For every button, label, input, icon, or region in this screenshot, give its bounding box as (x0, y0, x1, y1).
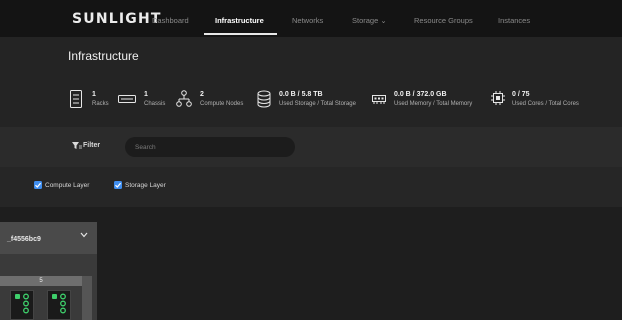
nav-dashboard[interactable]: Dashboard (152, 16, 189, 25)
stat-memory-label: Used Memory / Total Memory (394, 101, 473, 107)
nav-infrastructure[interactable]: Infrastructure (215, 16, 264, 25)
storage-layer-label: Storage Layer (125, 182, 166, 189)
nav-networks[interactable]: Networks (292, 16, 323, 25)
stat-memory: 0.0 B / 372.0 GB Used Memory / Total Mem… (372, 90, 487, 112)
rack-icon (70, 90, 82, 108)
active-tab-indicator (204, 33, 277, 35)
nav-instances[interactable]: Instances (498, 16, 530, 25)
chassis-icon (118, 95, 136, 103)
node-leds-icon (15, 293, 29, 314)
stat-compute-nodes-value: 2 (200, 91, 204, 98)
stat-storage: 0.0 B / 5.8 TB Used Storage / Total Stor… (257, 90, 367, 112)
storage-layer-checkbox[interactable] (114, 181, 122, 189)
check-icon (35, 182, 42, 188)
compute-layer-label: Compute Layer (45, 182, 90, 189)
app-logo[interactable]: SUNLIGHT (72, 11, 162, 27)
stat-cores-value: 0 / 75 (512, 91, 530, 98)
filter-icon[interactable] (72, 142, 82, 150)
top-nav: SUNLIGHT Dashboard Infrastructure Networ… (0, 0, 622, 37)
stat-chassis-label: Chassis (144, 101, 166, 107)
check-icon (115, 182, 122, 188)
storage-icon (257, 90, 271, 108)
stat-memory-value: 0.0 B / 372.0 GB (394, 91, 447, 98)
rack-unit-number: 5 (0, 276, 82, 286)
rack-rail (82, 276, 92, 320)
stat-racks-label: Racks (92, 101, 109, 107)
compute-node[interactable] (47, 290, 71, 320)
search-input[interactable] (125, 137, 295, 157)
cpu-icon (491, 91, 505, 105)
chevron-down-icon[interactable] (80, 232, 88, 238)
compute-node[interactable] (10, 290, 34, 320)
layer-toggle-bar (0, 167, 622, 207)
stat-cores-label: Used Cores / Total Cores (512, 101, 579, 107)
stat-compute-nodes-label: Compute Nodes (200, 101, 244, 107)
stat-compute-nodes: 2 Compute Nodes (176, 90, 256, 112)
filter-label[interactable]: Filter (83, 142, 100, 149)
stat-racks-value: 1 (92, 91, 96, 98)
nav-resource-groups[interactable]: Resource Groups (414, 16, 473, 25)
compute-layer-checkbox[interactable] (34, 181, 42, 189)
page-title: Infrastructure (68, 49, 139, 63)
stat-storage-value: 0.0 B / 5.8 TB (279, 91, 323, 98)
stat-storage-label: Used Storage / Total Storage (279, 101, 356, 107)
compute-nodes-icon (176, 90, 192, 107)
nav-storage[interactable]: Storage ⌄ (352, 16, 387, 25)
rack-name: _f4556bc9 (7, 236, 41, 243)
stat-cores: 0 / 75 Used Cores / Total Cores (491, 90, 601, 112)
memory-icon (372, 95, 386, 104)
stat-chassis-value: 1 (144, 91, 148, 98)
node-leds-icon (52, 293, 66, 314)
stat-chassis: 1 Chassis (118, 90, 178, 112)
